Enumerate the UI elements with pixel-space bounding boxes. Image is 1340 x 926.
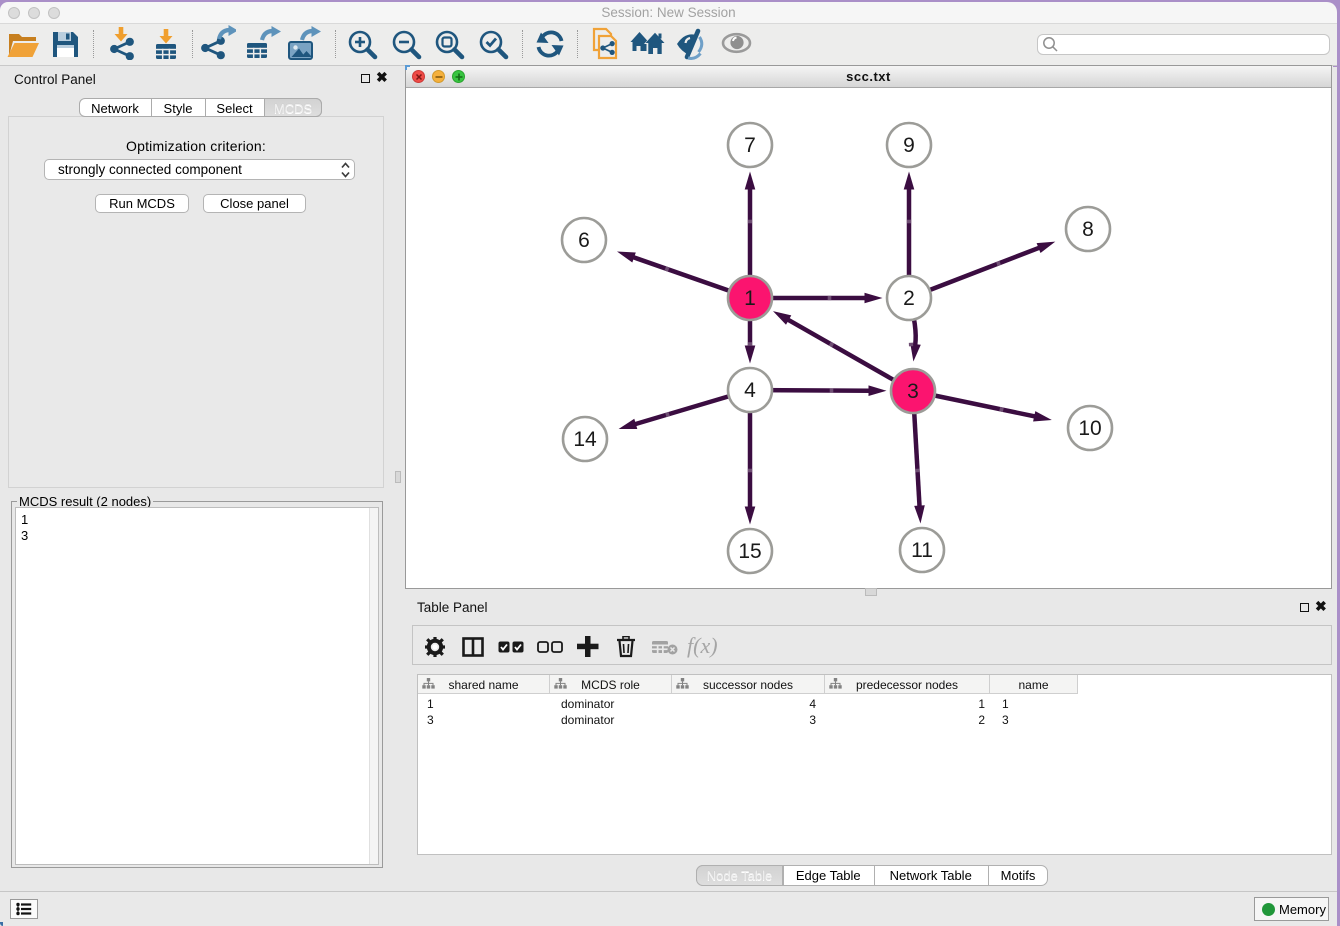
svg-text:1: 1 (744, 287, 756, 310)
svg-text:7: 7 (744, 134, 756, 157)
svg-text:2: 2 (903, 287, 915, 310)
svg-text:3: 3 (907, 380, 919, 403)
svg-text:6: 6 (578, 229, 590, 252)
svg-text:9: 9 (903, 134, 915, 157)
svg-text:8: 8 (1082, 218, 1094, 241)
svg-text:4: 4 (744, 379, 756, 402)
svg-text:15: 15 (738, 540, 761, 563)
svg-text:11: 11 (911, 539, 933, 562)
svg-text:10: 10 (1078, 417, 1101, 440)
svg-text:14: 14 (573, 428, 597, 451)
